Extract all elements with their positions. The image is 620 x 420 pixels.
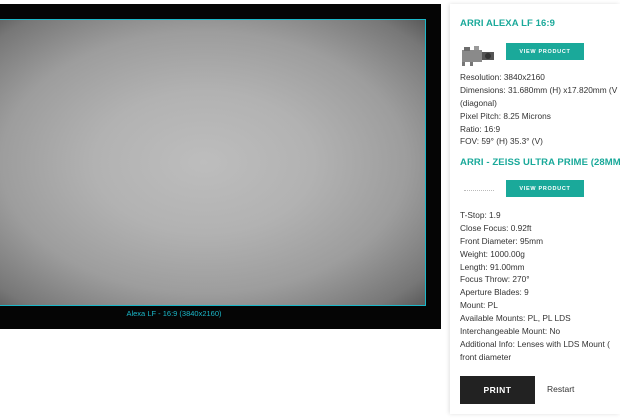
lens-spec-line: Front Diameter: 95mm xyxy=(460,235,543,246)
lens-spec-line: Focus Throw: 270° xyxy=(460,274,530,285)
lens-spec-line: Aperture Blades: 9 xyxy=(460,287,529,298)
camera-spec-line: Resolution: 3840x2160 xyxy=(460,72,545,82)
details-panel: ARRI ALEXA LF 16:9 VIEW PRODUCT Resoluti… xyxy=(450,4,620,414)
sensor-frame-preview xyxy=(0,19,426,306)
lens-view-product-button[interactable]: VIEW PRODUCT xyxy=(506,180,584,197)
lens-title: ARRI - ZEISS ULTRA PRIME (28MM) xyxy=(460,157,620,168)
camera-spec-line: Pixel Pitch: 8.25 Microns xyxy=(460,110,551,121)
camera-thumbnail-icon xyxy=(460,42,496,68)
camera-spec-line: Ratio: 16:9 xyxy=(460,123,501,134)
camera-spec-line: FOV: 59° (H) 35.3° (V) xyxy=(460,136,543,147)
camera-view-product-button[interactable]: VIEW PRODUCT xyxy=(506,43,584,60)
restart-link[interactable]: Restart xyxy=(547,384,574,394)
camera-spec-line: (diagonal) xyxy=(460,97,497,108)
lens-thumbnail xyxy=(464,190,494,193)
lens-spec-line: Mount: PL xyxy=(460,300,498,311)
lens-spec-line: Additional Info: Lenses with LDS Mount ( xyxy=(460,338,610,349)
print-button[interactable]: PRINT xyxy=(460,376,535,404)
camera-title: ARRI ALEXA LF 16:9 xyxy=(460,18,556,29)
camera-spec-line: Dimensions: 31.680mm (H) x17.820mm (V xyxy=(460,84,618,95)
lens-spec-line: Close Focus: 0.92ft xyxy=(460,222,532,233)
camera-specs: Resolution: 3840x2160 Dimensions: 31.680… xyxy=(460,71,620,148)
sensor-viewer: Alexa LF - 16:9 (3840x2160) xyxy=(0,4,441,329)
lens-spec-line: Available Mounts: PL, PL LDS xyxy=(460,313,571,324)
lens-specs: T-Stop: 1.9 Close Focus: 0.92ft Front Di… xyxy=(460,209,620,364)
lens-spec-line: T-Stop: 1.9 xyxy=(460,210,501,220)
lens-spec-line: Interchangeable Mount: No xyxy=(460,326,561,337)
lens-spec-line: front diameter xyxy=(460,351,512,362)
lens-spec-line: Length: 91.00mm xyxy=(460,261,525,272)
lens-spec-line: Weight: 1000.00g xyxy=(460,248,525,259)
frame-label: Alexa LF - 16:9 (3840x2160) xyxy=(126,309,222,318)
